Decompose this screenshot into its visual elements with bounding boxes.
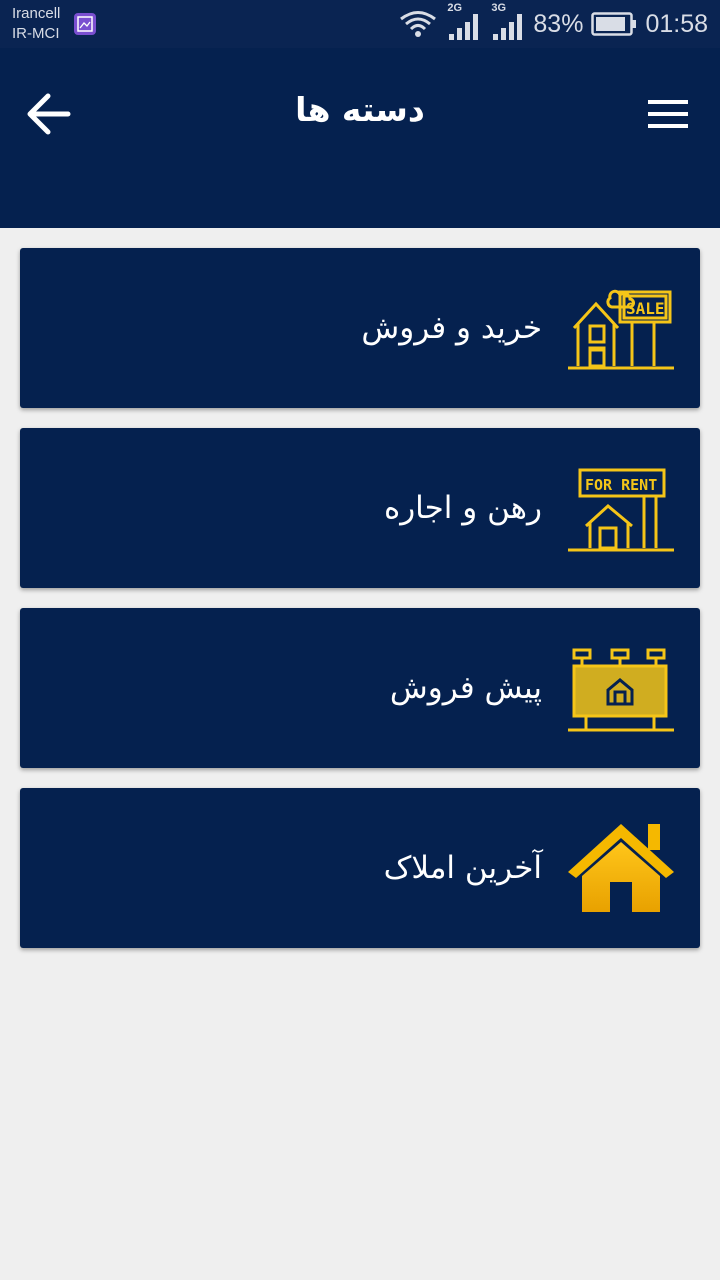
category-label: پیش فروش	[389, 670, 542, 706]
carrier-info: Irancell IR-MCI	[12, 4, 60, 44]
house-for-sale-icon: SALE	[566, 284, 676, 374]
clock: 01:58	[645, 9, 708, 38]
svg-text:SALE: SALE	[626, 299, 665, 318]
category-card-latest-properties[interactable]: آخرین املاک	[20, 788, 700, 948]
status-icons: 2G 3G 83% 01:58	[399, 0, 708, 48]
app-bar: دسته ها	[0, 48, 720, 228]
page-title: دسته ها	[295, 90, 425, 129]
carrier-name-2: IR-MCI	[12, 25, 60, 42]
category-card-buy-sell[interactable]: SALE خرید و فروش	[20, 248, 700, 408]
category-label: خرید و فروش	[361, 310, 542, 346]
battery-percent: 83%	[533, 9, 584, 38]
signal-3g: 3G	[489, 2, 525, 44]
menu-button[interactable]	[642, 92, 694, 136]
carrier-name-1: Irancell	[12, 5, 61, 22]
gallery-notification-icon	[74, 13, 96, 35]
signal-2g: 2G	[445, 2, 481, 44]
signal-strength-icon	[449, 14, 479, 40]
billboard-presale-icon	[566, 644, 676, 734]
wifi-icon	[400, 11, 437, 37]
category-card-presale[interactable]: پیش فروش	[20, 608, 700, 768]
house-for-rent-icon: FOR RENT	[566, 464, 676, 554]
category-label: رهن و اجاره	[383, 490, 542, 526]
hamburger-menu-icon	[648, 100, 688, 128]
home-icon	[566, 824, 676, 914]
category-card-mortgage-rent[interactable]: FOR RENT رهن و اجاره	[20, 428, 700, 588]
status-bar: Irancell IR-MCI 2G 3G 83% 01:58	[0, 0, 720, 48]
signal-strength-icon	[493, 14, 523, 40]
battery-icon	[591, 12, 637, 36]
svg-text:FOR RENT: FOR RENT	[585, 476, 657, 494]
category-label: آخرین املاک	[383, 850, 542, 886]
